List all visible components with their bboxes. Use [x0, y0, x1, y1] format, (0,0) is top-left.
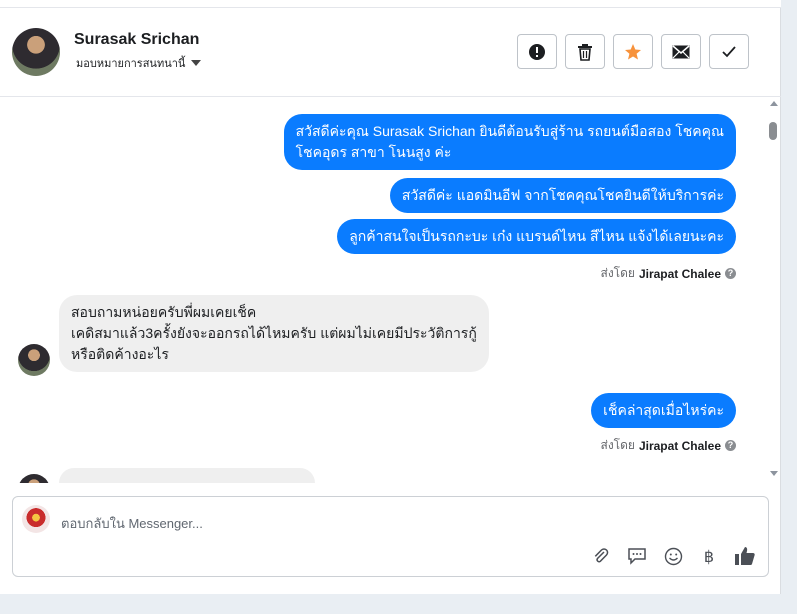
baht-icon: ฿: [703, 546, 715, 566]
action-toolbar: [517, 34, 749, 69]
sent-by-label: ส่งโดย: [600, 266, 635, 280]
sent-by-label: ส่งโดย: [600, 438, 635, 452]
message-outgoing[interactable]: สวัสดีค่ะคุณ Surasak Srichan ยินดีต้อนรั…: [283, 114, 736, 170]
chevron-down-icon: [191, 60, 202, 66]
payment-button[interactable]: ฿: [698, 545, 720, 567]
sent-by-info: ส่งโดย Jirapat Chalee ?: [600, 264, 736, 283]
saved-replies-button[interactable]: [626, 545, 648, 567]
emoji-button[interactable]: [662, 545, 684, 567]
sender-name: Jirapat Chalee: [638, 438, 721, 453]
reply-composer: ตอบกลับใน Messenger... ฿: [12, 496, 769, 577]
message-incoming[interactable]: สอบถามหน่อยครับพี่ผมเคยเช็ค เคดิสมาแล้ว3…: [59, 295, 489, 372]
avatar[interactable]: [12, 28, 60, 76]
message-text: เช็คล่าสุดเมื่อไหร่คะ: [603, 402, 724, 418]
mark-spam-button[interactable]: [517, 34, 557, 69]
check-icon: [722, 45, 736, 57]
assign-label: มอบหมายการสนทนานี้: [76, 58, 186, 70]
help-icon[interactable]: ?: [725, 268, 736, 279]
paperclip-icon: [594, 548, 609, 563]
alert-icon: [529, 43, 545, 60]
chat-scrollbar[interactable]: [766, 98, 780, 483]
message-text: ลูกค้าสนใจเป็นรถกะบะ เก๋ง แบรนด์ไหน สีไห…: [349, 228, 724, 244]
scroll-up-arrow-icon[interactable]: [770, 101, 778, 106]
scroll-down-arrow-icon[interactable]: [770, 471, 778, 476]
reply-input[interactable]: ตอบกลับใน Messenger...: [61, 513, 203, 534]
trash-icon: [578, 43, 592, 61]
conversation-panel: Surasak Srichan มอบหมายการสนทนานี้ สวัสด…: [0, 0, 781, 594]
message-text: สอบถามหน่อยครับพี่ผมเคยเช็ค: [71, 304, 257, 320]
message-outgoing[interactable]: สวัสดีค่ะ แอดมินอีฟ จากโชคคุณโชคยินดีให้…: [389, 178, 736, 213]
message-text: โชคอุดร สาขา โนนสูง ค่ะ: [295, 144, 452, 160]
top-divider: [0, 0, 781, 8]
message-outgoing[interactable]: เช็คล่าสุดเมื่อไหร่คะ: [591, 393, 736, 428]
avatar[interactable]: [18, 344, 50, 376]
contact-name[interactable]: Surasak Srichan: [74, 31, 199, 49]
page-avatar: [22, 505, 50, 533]
message-text: หรือติดค้างอะไร: [71, 346, 169, 362]
mark-unread-button[interactable]: [661, 34, 701, 69]
chat-bubble-icon: [628, 548, 646, 565]
conversation-header: Surasak Srichan มอบหมายการสนทนานี้: [0, 8, 781, 97]
message-list[interactable]: สวัสดีค่ะคุณ Surasak Srichan ยินดีต้อนรั…: [0, 98, 766, 483]
like-button[interactable]: [734, 545, 756, 567]
assign-conversation-dropdown[interactable]: มอบหมายการสนทนานี้: [76, 54, 202, 72]
reply-toolbar: ฿: [590, 545, 756, 567]
star-icon: [625, 43, 641, 59]
mark-done-button[interactable]: [709, 34, 749, 69]
scroll-thumb[interactable]: [769, 122, 777, 140]
avatar[interactable]: [18, 474, 50, 483]
smiley-icon: [664, 547, 682, 565]
thumbs-up-icon: [735, 547, 755, 565]
sender-name: Jirapat Chalee: [638, 266, 721, 281]
help-icon[interactable]: ?: [725, 440, 736, 451]
message-outgoing[interactable]: ลูกค้าสนใจเป็นรถกะบะ เก๋ง แบรนด์ไหน สีไห…: [337, 219, 736, 254]
message-incoming[interactable]: [59, 468, 315, 483]
sent-by-info: ส่งโดย Jirapat Chalee ?: [600, 436, 736, 455]
star-button[interactable]: [613, 34, 653, 69]
message-text: เคดิสมาแล้ว3ครั้งยังจะออกรถได้ไหมครับ แต…: [71, 325, 477, 341]
message-text: สวัสดีค่ะคุณ Surasak Srichan ยินดีต้อนรั…: [295, 123, 724, 139]
message-text: สวัสดีค่ะ แอดมินอีฟ จากโชคคุณโชคยินดีให้…: [401, 187, 724, 203]
delete-button[interactable]: [565, 34, 605, 69]
mail-icon: [672, 44, 690, 58]
attach-button[interactable]: [590, 545, 612, 567]
